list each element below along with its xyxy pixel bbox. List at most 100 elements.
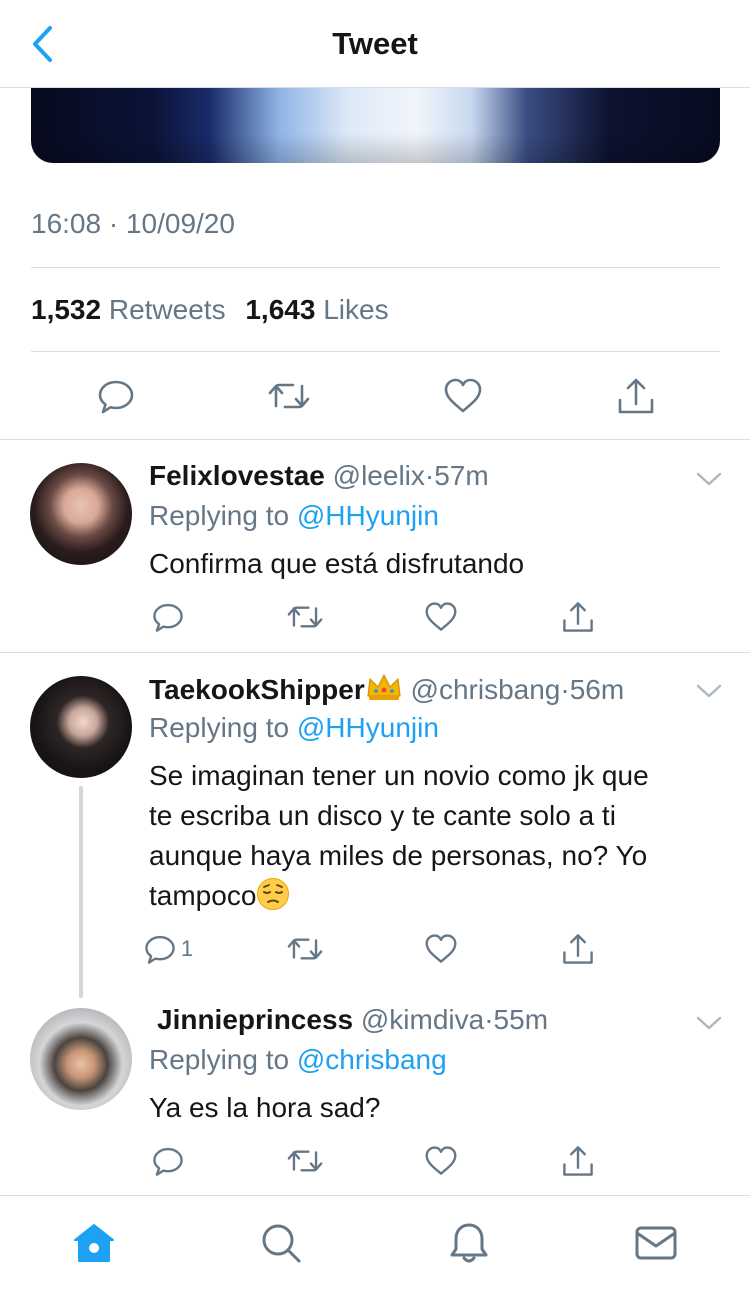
share-button[interactable] xyxy=(548,1139,608,1183)
chevron-down-icon[interactable] xyxy=(694,681,724,701)
chevron-down-icon[interactable] xyxy=(694,469,724,489)
likes-stat[interactable]: 1,643 Likes xyxy=(245,294,400,325)
reply-icon xyxy=(98,380,134,414)
share-icon xyxy=(563,1146,593,1176)
page-title: Tweet xyxy=(332,26,418,61)
replying-to: Replying to @chrisbang xyxy=(149,1044,447,1076)
separator-dot: · xyxy=(560,674,570,705)
share-button[interactable] xyxy=(596,371,676,421)
reply-text-line-last: tampoco xyxy=(149,876,649,916)
username[interactable]: @kimdiva xyxy=(361,1004,484,1035)
share-button[interactable] xyxy=(548,927,608,971)
like-button[interactable] xyxy=(411,1139,471,1183)
reply-time: 56m xyxy=(569,674,625,705)
replying-to-prefix: Replying to xyxy=(149,712,290,743)
retweet-button[interactable] xyxy=(275,927,335,971)
divider xyxy=(31,267,720,268)
replying-to: Replying to @HHyunjin xyxy=(149,500,439,532)
reply-button[interactable] xyxy=(138,1139,198,1183)
reply-time: 57m xyxy=(434,460,489,491)
avatar[interactable] xyxy=(30,1008,132,1110)
divider xyxy=(31,351,720,352)
avatar[interactable] xyxy=(30,463,132,565)
tweet-action-bar xyxy=(76,371,676,421)
retweet-icon xyxy=(269,383,310,409)
reply-text: Ya es la hora sad? xyxy=(149,1092,381,1123)
reply-icon xyxy=(153,603,183,632)
retweets-stat[interactable]: 1,532 Retweets xyxy=(31,294,245,325)
retweets-count: 1,532 xyxy=(31,294,102,325)
like-icon xyxy=(425,1146,457,1175)
tab-notifications[interactable] xyxy=(375,1196,563,1294)
reply-action-bar: 1 xyxy=(138,927,608,971)
separator-dot: · xyxy=(484,1004,494,1035)
retweet-icon xyxy=(287,606,322,628)
like-button[interactable] xyxy=(411,595,471,639)
home-icon xyxy=(73,1224,114,1262)
reply-header: TaekookShipper @chrisbang·56m xyxy=(149,672,624,706)
mention-link[interactable]: @chrisbang xyxy=(297,1044,447,1075)
like-button[interactable] xyxy=(423,371,503,421)
retweet-button[interactable] xyxy=(275,1139,335,1183)
tweet-media-image[interactable] xyxy=(31,88,720,163)
mention-link[interactable]: @HHyunjin xyxy=(297,712,439,743)
reply-count: 1 xyxy=(180,936,194,961)
username[interactable]: @leelix xyxy=(333,460,425,491)
likes-count: 1,643 xyxy=(245,294,316,325)
retweets-label: Retweets xyxy=(108,294,226,325)
reply-time: 55m xyxy=(493,1004,549,1035)
retweet-icon xyxy=(287,938,322,960)
top-nav-bar: Tweet xyxy=(0,0,750,88)
reply-text: Se imaginan tener un novio como jk que t… xyxy=(149,756,649,916)
replying-to: Replying to @HHyunjin xyxy=(149,712,439,744)
replying-to-prefix: Replying to xyxy=(149,500,290,531)
reply-action-bar xyxy=(138,595,608,639)
reply-icon xyxy=(145,935,175,964)
tweet-timestamp: 16:08 · 10/09/20 xyxy=(31,208,235,239)
tweet-stats: 1,532 Retweets 1,643 Likes xyxy=(31,294,401,326)
like-icon xyxy=(444,378,481,413)
reply-text-line: te escriba un disco y te cante solo a ti xyxy=(149,800,616,831)
like-button[interactable] xyxy=(411,927,471,971)
tab-search[interactable] xyxy=(188,1196,376,1294)
like-icon xyxy=(425,602,457,631)
separator-dot: · xyxy=(424,460,435,491)
separator xyxy=(0,439,750,440)
reply-text-line: Se imaginan tener un novio como jk que xyxy=(149,760,649,791)
reply-text-line: aunque haya miles de personas, no? Yo xyxy=(149,840,648,871)
reply-button[interactable] xyxy=(76,371,156,421)
crown-emoji xyxy=(367,674,401,700)
pensive-face-emoji xyxy=(257,878,290,910)
display-name[interactable]: Felixlovestae xyxy=(149,460,325,491)
reply-text: Confirma que está disfrutando xyxy=(149,548,525,579)
replying-to-prefix: Replying to xyxy=(149,1044,290,1075)
notifications-icon xyxy=(450,1223,488,1263)
share-icon xyxy=(563,934,593,964)
reply-icon xyxy=(153,1147,183,1176)
retweet-button[interactable] xyxy=(249,371,329,421)
thread-connector-line xyxy=(79,786,83,998)
display-name[interactable]: Jinnieprincess xyxy=(157,1004,353,1035)
like-icon xyxy=(425,934,457,963)
reply-header: Felixlovestae @leelix·57m xyxy=(149,460,489,492)
share-icon xyxy=(618,378,654,414)
avatar[interactable] xyxy=(30,676,132,778)
share-button[interactable] xyxy=(548,595,608,639)
separator xyxy=(0,652,750,653)
search-icon xyxy=(262,1224,301,1263)
chevron-down-icon[interactable] xyxy=(694,1013,724,1033)
retweet-icon xyxy=(287,1150,322,1172)
messages-icon xyxy=(635,1226,677,1260)
reply-text-line: tampoco xyxy=(149,880,257,911)
mention-link[interactable]: @HHyunjin xyxy=(297,500,439,531)
username[interactable]: @chrisbang xyxy=(411,674,561,705)
tab-home[interactable] xyxy=(0,1196,188,1294)
reply-action-bar xyxy=(138,1139,608,1183)
tab-messages[interactable] xyxy=(563,1196,750,1294)
reply-button[interactable]: 1 xyxy=(138,927,198,971)
display-name[interactable]: TaekookShipper xyxy=(149,674,365,705)
reply-button[interactable] xyxy=(138,595,198,639)
likes-label: Likes xyxy=(323,294,389,325)
reply-header: Jinnieprincess @kimdiva·55m xyxy=(157,1004,548,1036)
retweet-button[interactable] xyxy=(275,595,335,639)
